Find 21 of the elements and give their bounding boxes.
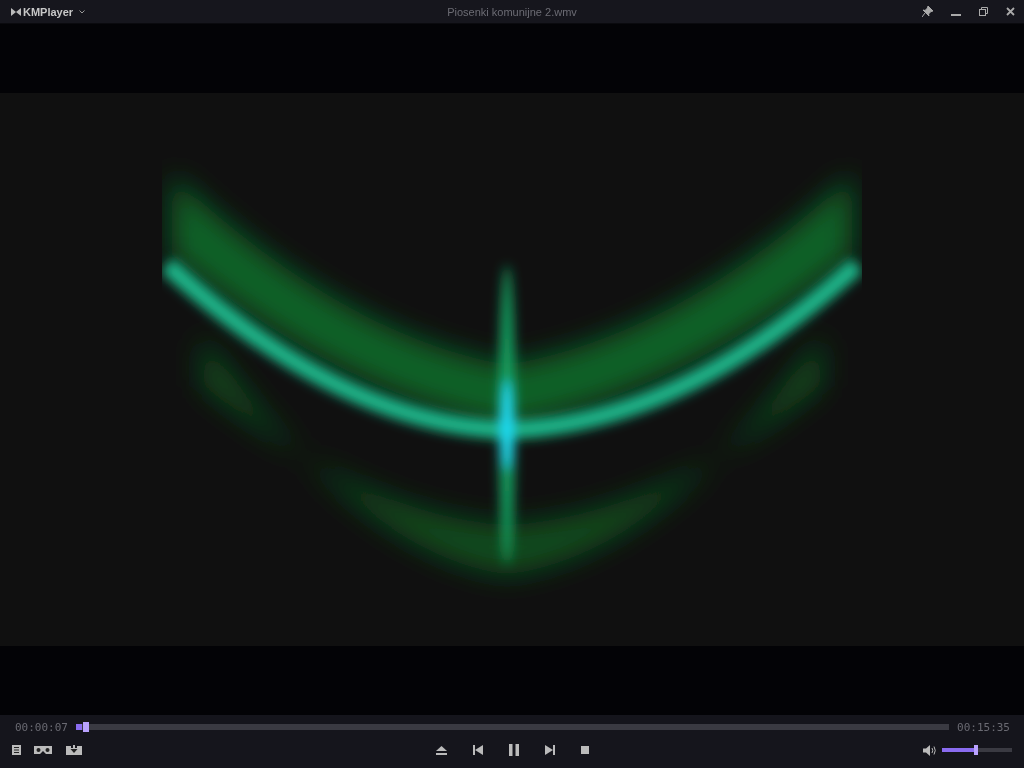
- seek-handle[interactable]: [83, 722, 90, 732]
- chevron-icon[interactable]: [79, 9, 86, 14]
- vr-goggles-icon[interactable]: [33, 745, 53, 755]
- volume-handle[interactable]: [974, 745, 979, 755]
- total-time: 00:15:35: [957, 720, 1010, 734]
- logo-icon: [11, 7, 21, 16]
- download-icon[interactable]: [65, 744, 83, 756]
- elapsed-time: 00:00:07: [15, 720, 68, 734]
- restore-icon[interactable]: [979, 7, 988, 16]
- next-icon[interactable]: [544, 745, 555, 755]
- close-icon[interactable]: [1006, 7, 1015, 16]
- stop-icon[interactable]: [580, 746, 589, 754]
- window-title: Piosenki komunijne 2.wmv: [446, 5, 578, 18]
- speaker-icon[interactable]: [923, 744, 936, 756]
- pin-icon[interactable]: [922, 6, 933, 17]
- playlist-icon[interactable]: [12, 745, 21, 755]
- previous-icon[interactable]: [472, 745, 483, 755]
- app-menu[interactable]: KMPlayer: [23, 5, 74, 18]
- eject-icon[interactable]: [435, 745, 447, 755]
- pause-icon[interactable]: [508, 744, 519, 756]
- volume-slider[interactable]: [942, 748, 1012, 752]
